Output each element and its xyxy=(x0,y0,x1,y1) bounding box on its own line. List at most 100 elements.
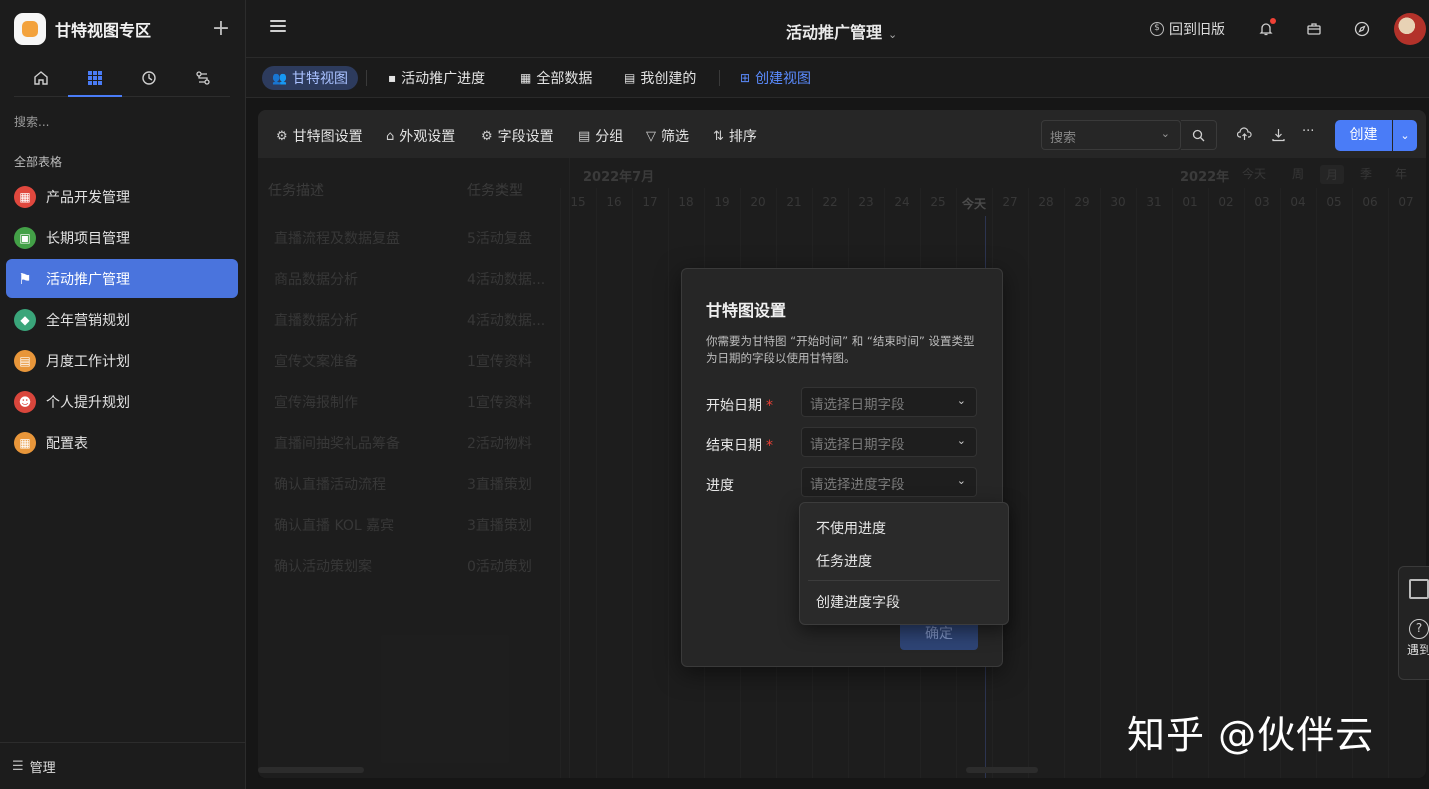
add-icon[interactable]: + xyxy=(211,18,231,40)
sliders-icon: ☰ xyxy=(12,758,24,774)
end-date-select[interactable]: 请选择日期字段 ⌄ xyxy=(801,427,977,457)
search-icon xyxy=(1192,129,1205,142)
view-tabs: 👥 甘特视图 ▪ 活动推广进度 ▦ 全部数据 ▤ 我创建的 ⊞ 创建视图 xyxy=(246,58,1429,98)
search-input[interactable]: 搜索 ⌄ xyxy=(1041,120,1181,150)
plus-square-icon: ⊞ xyxy=(740,71,751,85)
tab-campaign-progress[interactable]: ▪ 活动推广进度 xyxy=(378,66,495,90)
filter-icon: ▽ xyxy=(646,128,656,144)
search-button[interactable] xyxy=(1181,120,1217,150)
select-placeholder: 请选择日期字段 xyxy=(810,437,905,453)
sidebar-item-marketing[interactable]: ◆ 全年营销规划 xyxy=(6,300,238,339)
clipboard-icon: ▤ xyxy=(14,349,36,372)
users-icon: ▪ xyxy=(388,71,397,85)
help-text[interactable]: 遇到问题 xyxy=(1407,643,1429,658)
sidebar-item-label: 配置表 xyxy=(46,435,88,452)
chevron-down-icon: ⌄ xyxy=(956,434,966,447)
tab-gantt-view[interactable]: 👥 甘特视图 xyxy=(262,66,358,90)
sidebar-item-label: 月度工作计划 xyxy=(46,353,130,370)
avatar[interactable] xyxy=(1394,13,1426,45)
home-icon xyxy=(34,71,48,85)
topbar: 活动推广管理 ⌄ $ 回到旧版 xyxy=(246,0,1429,58)
create-view-button[interactable]: ⊞ 创建视图 xyxy=(730,66,821,90)
page-title: 活动推广管理 xyxy=(786,23,883,42)
tab-home[interactable] xyxy=(14,60,68,96)
page-title-dropdown[interactable]: 活动推广管理 ⌄ xyxy=(786,19,897,43)
button-label: 外观设置 xyxy=(399,129,456,145)
more-icon[interactable]: ··· xyxy=(1302,124,1314,139)
start-date-select[interactable]: 请选择日期字段 ⌄ xyxy=(801,387,977,417)
create-view-label: 创建视图 xyxy=(755,71,812,87)
dialog-title: 甘特图设置 xyxy=(706,301,787,320)
old-version-label: 回到旧版 xyxy=(1169,22,1225,38)
sidebar-item-campaign[interactable]: ⚑ 活动推广管理 xyxy=(6,259,238,298)
search-placeholder: 搜索 xyxy=(1050,131,1077,146)
workspace-title: 甘特视图专区 xyxy=(55,21,152,40)
face-icon: ☻ xyxy=(14,390,36,413)
create-button[interactable]: 创建 xyxy=(1335,120,1392,151)
sidebar-item-long-term[interactable]: ▣ 长期项目管理 xyxy=(6,218,238,257)
manage-button[interactable]: ☰ 管理 xyxy=(0,742,245,789)
old-version-button[interactable]: $ 回到旧版 xyxy=(1150,19,1225,39)
select-placeholder: 请选择日期字段 xyxy=(810,397,905,413)
tab-tables[interactable] xyxy=(68,60,122,97)
filter-button[interactable]: ▽ 筛选 xyxy=(646,126,689,146)
button-label: 排序 xyxy=(728,129,757,145)
sidebar-item-monthly[interactable]: ▤ 月度工作计划 xyxy=(6,341,238,380)
gantt-settings-button[interactable]: ⚙ 甘特图设置 xyxy=(276,126,363,146)
grid-icon xyxy=(88,71,102,85)
tab-my-created[interactable]: ▤ 我创建的 xyxy=(614,66,706,90)
download-icon[interactable] xyxy=(1271,127,1286,146)
appearance-button[interactable]: ⌂ 外观设置 xyxy=(386,126,455,146)
appearance-icon: ⌂ xyxy=(386,128,395,144)
tab-all-data[interactable]: ▦ 全部数据 xyxy=(510,66,602,90)
create-dropdown-button[interactable]: ⌄ xyxy=(1393,120,1417,151)
required-mark: * xyxy=(766,438,773,454)
upload-icon[interactable] xyxy=(1236,127,1252,146)
end-date-label: 结束日期 * xyxy=(706,435,773,455)
chevron-down-icon: ⌄ xyxy=(956,394,966,407)
tab-recent[interactable] xyxy=(122,60,176,96)
divider xyxy=(719,70,720,86)
clock-icon xyxy=(142,71,156,85)
field-settings-button[interactable]: ⚙ 字段设置 xyxy=(481,126,554,146)
chevron-down-icon: ⌄ xyxy=(1400,129,1410,142)
tab-workflow[interactable] xyxy=(176,60,230,96)
gear-icon: ⚙ xyxy=(276,128,288,144)
menu-item-create-progress-field[interactable]: 创建进度字段 xyxy=(816,592,900,612)
button-label: 字段设置 xyxy=(497,129,554,145)
group-button[interactable]: ▤ 分组 xyxy=(578,126,623,146)
help-icon[interactable]: ? xyxy=(1409,619,1429,639)
label-text: 开始日期 xyxy=(706,398,762,414)
progress-dropdown-menu: 不使用进度 任务进度 创建进度字段 xyxy=(799,502,1009,625)
grid-icon: ▦ xyxy=(14,431,36,454)
sidebar: 甘特视图专区 + 搜索... 全部表格 ▦ 产品开发管理 ▣ 长期项目管理 ⚑ … xyxy=(0,0,246,789)
bell-icon[interactable] xyxy=(1257,18,1276,38)
progress-select[interactable]: 请选择进度字段 ⌄ xyxy=(801,467,977,497)
menu-item-no-progress[interactable]: 不使用进度 xyxy=(816,518,886,538)
workflow-icon xyxy=(196,71,210,85)
menu-icon[interactable] xyxy=(270,20,286,34)
sidebar-item-label: 长期项目管理 xyxy=(46,230,130,247)
watermark: 知乎 @伙伴云 xyxy=(1127,713,1375,757)
chevron-down-icon: ⌄ xyxy=(1160,127,1170,140)
button-label: 甘特图设置 xyxy=(292,129,363,145)
manage-label: 管理 xyxy=(29,760,56,776)
sort-button[interactable]: ⇅ 排序 xyxy=(713,126,757,146)
chevron-down-icon: ⌄ xyxy=(956,474,966,487)
menu-item-task-progress[interactable]: 任务进度 xyxy=(816,551,872,571)
sidebar-item-product-dev[interactable]: ▦ 产品开发管理 xyxy=(6,177,238,216)
sidebar-item-personal[interactable]: ☻ 个人提升规划 xyxy=(6,382,238,421)
briefcase-icon[interactable] xyxy=(1305,20,1323,38)
start-date-label: 开始日期 * xyxy=(706,395,773,415)
compass-icon[interactable] xyxy=(1353,20,1371,38)
group-icon: ▤ xyxy=(578,128,591,144)
tab-label: 甘特视图 xyxy=(291,71,348,87)
sidebar-search-input[interactable]: 搜索... xyxy=(14,113,49,130)
workspace-logo xyxy=(14,13,46,45)
calendar-icon: ▣ xyxy=(14,226,36,249)
sidebar-item-label: 全年营销规划 xyxy=(46,312,130,329)
qrcode-icon[interactable] xyxy=(1409,579,1429,599)
notification-dot xyxy=(1270,18,1276,24)
sidebar-item-config[interactable]: ▦ 配置表 xyxy=(6,423,238,462)
tab-label: 全部数据 xyxy=(536,71,593,87)
